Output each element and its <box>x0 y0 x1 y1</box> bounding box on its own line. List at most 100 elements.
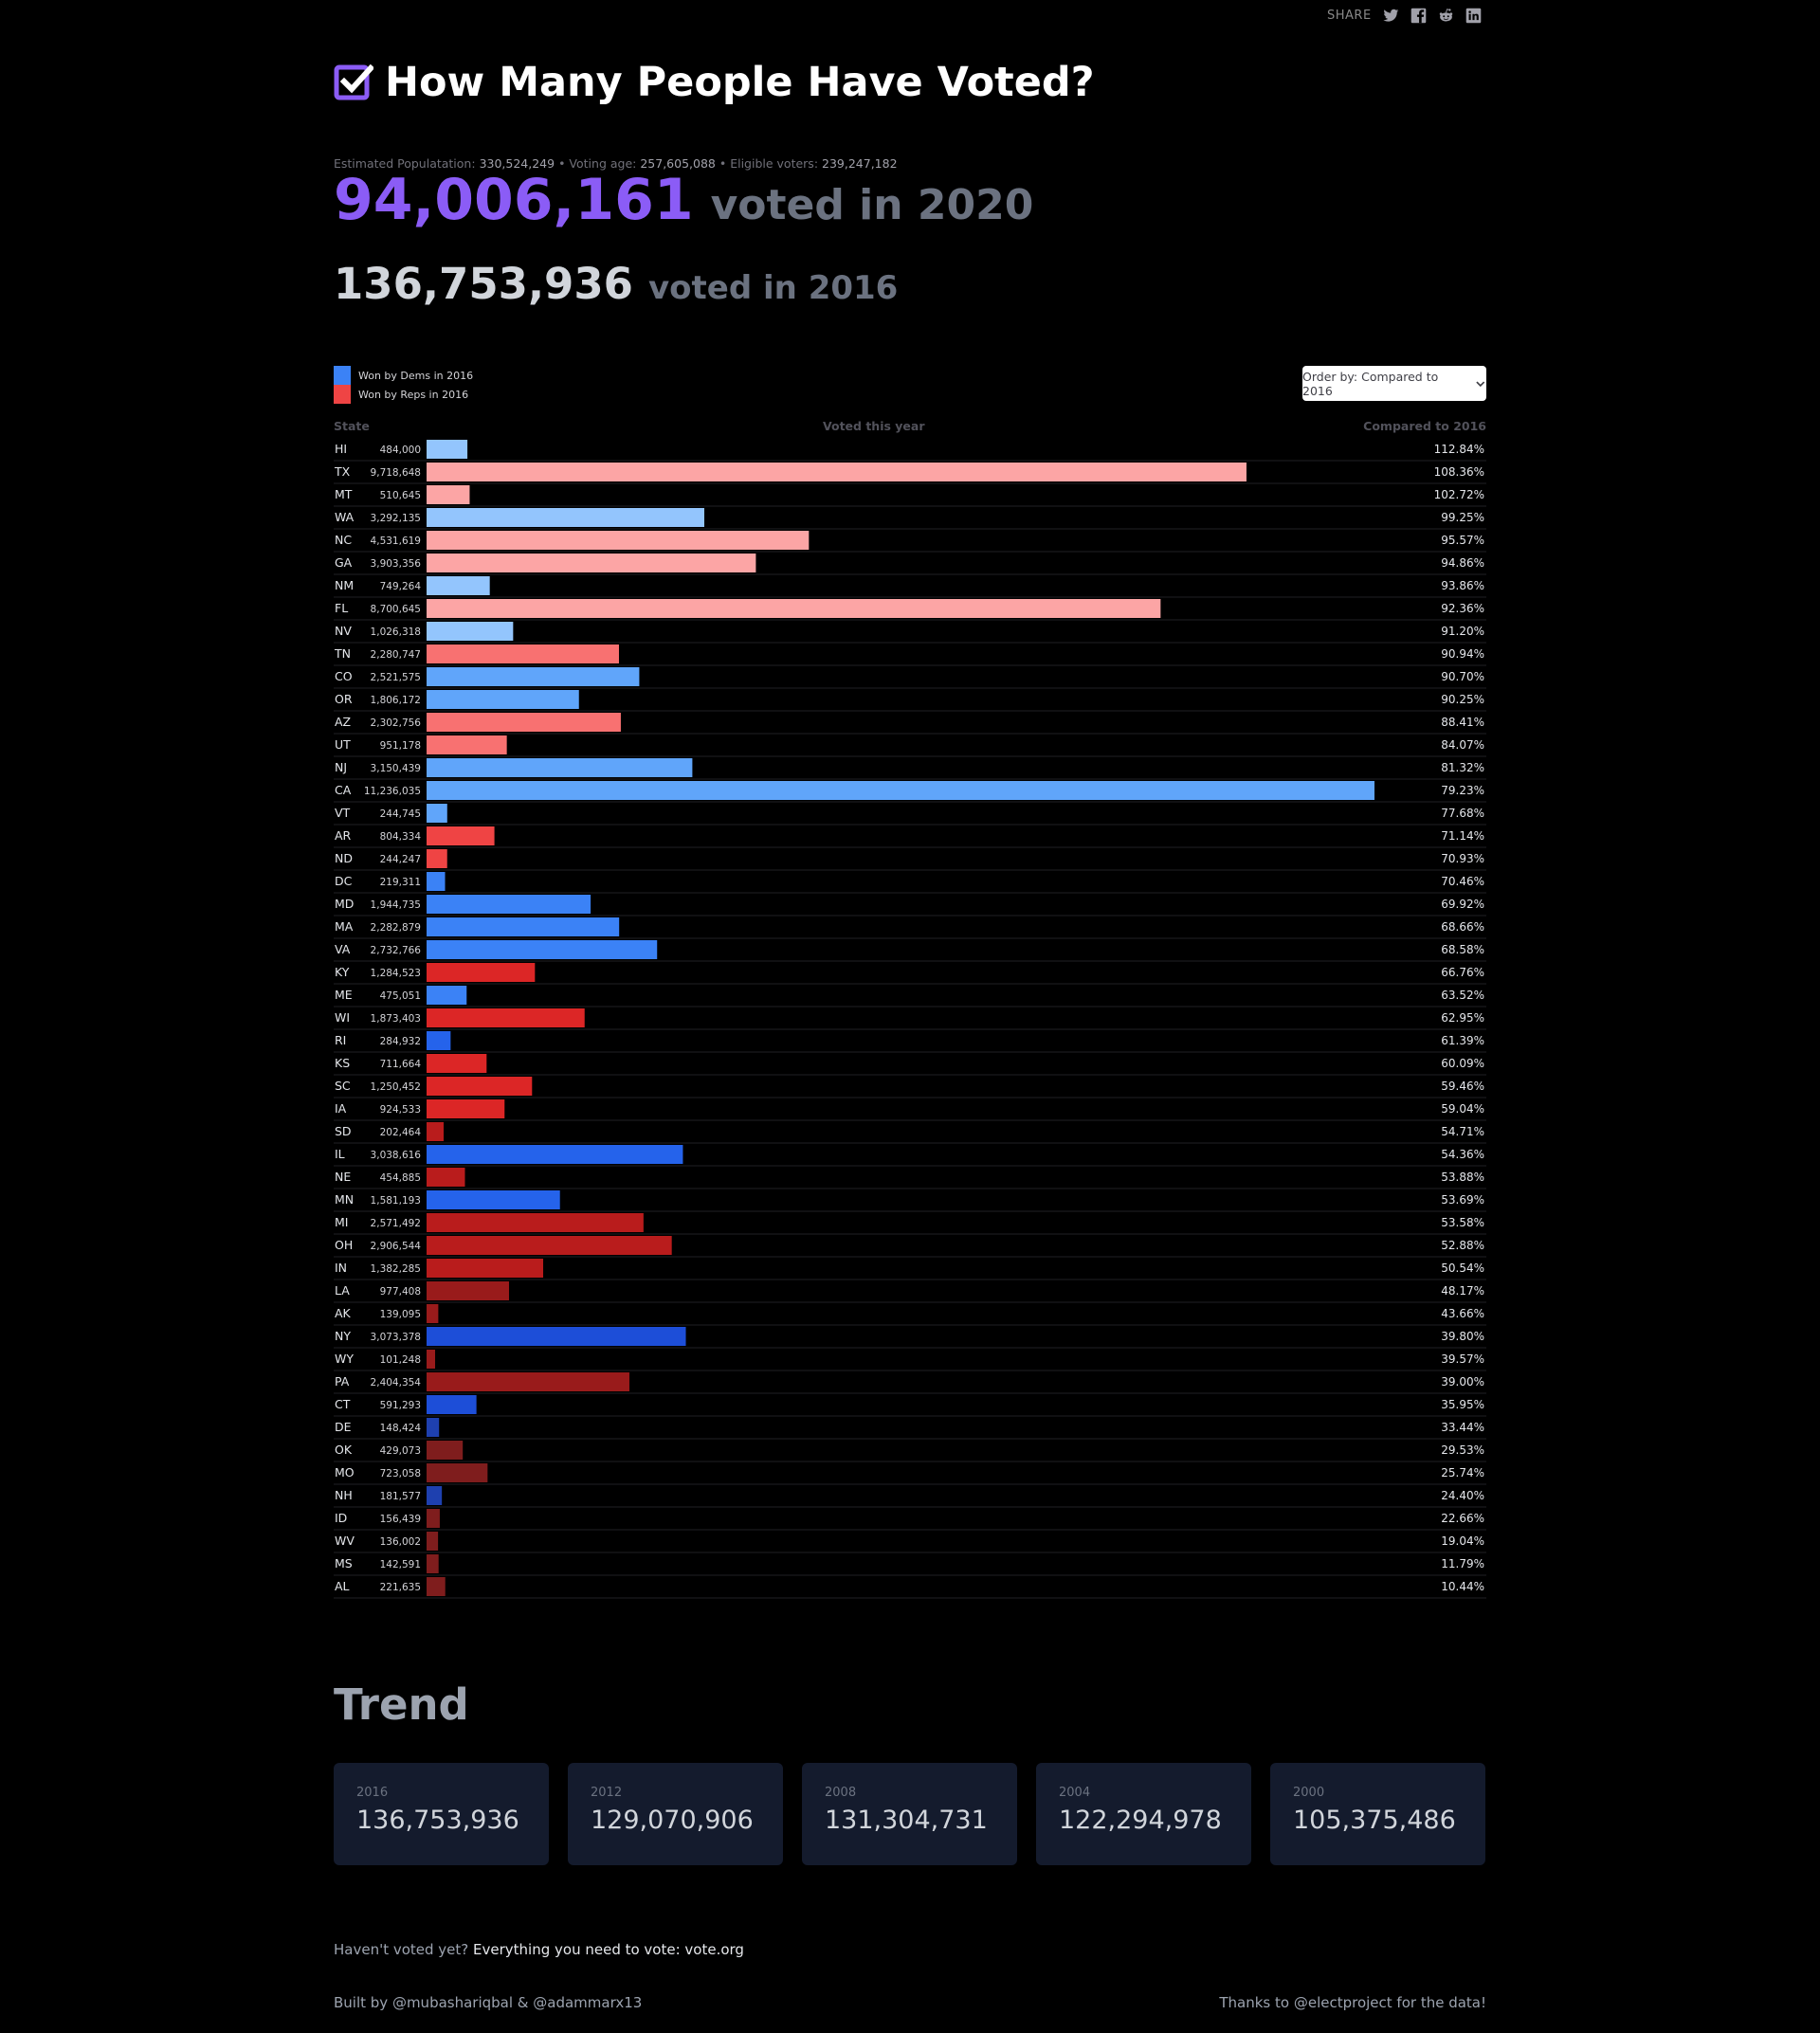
column-header-compared: Compared to 2016 <box>1363 419 1486 433</box>
chart-row: VA 2,732,766 68.58% <box>334 940 1486 962</box>
chart-row: AL 221,635 10.44% <box>334 1577 1486 1599</box>
bar <box>427 440 468 459</box>
vote-org-link[interactable]: Everything you need to vote: vote.org <box>473 1941 744 1958</box>
state-label: AL <box>335 1579 350 1593</box>
bar <box>427 1463 488 1482</box>
trend-title: Trend <box>334 1679 469 1730</box>
voted-value-label: 8,700,645 <box>371 604 421 615</box>
bar <box>427 713 621 732</box>
state-label: MO <box>335 1465 355 1479</box>
twitter-icon[interactable] <box>1383 8 1399 24</box>
bar <box>427 758 693 777</box>
state-label: WI <box>335 1010 350 1025</box>
voted-value-label: 181,577 <box>380 1491 421 1502</box>
linkedin-icon[interactable] <box>1465 8 1482 24</box>
bar <box>427 1031 451 1050</box>
chart-row: OK 429,073 29.53% <box>334 1441 1486 1462</box>
chart-row: MI 2,571,492 53.58% <box>334 1213 1486 1235</box>
trend-value: 129,070,906 <box>591 1806 754 1835</box>
trend-card: 2008 131,304,731 <box>802 1763 1017 1865</box>
chart-row: IN 1,382,285 50.54% <box>334 1259 1486 1280</box>
bar <box>427 735 507 754</box>
bar <box>427 1304 439 1323</box>
state-label: MI <box>335 1215 348 1229</box>
compared-pct-label: 54.36% <box>1441 1148 1484 1161</box>
chart-row: PA 2,404,354 39.00% <box>334 1372 1486 1394</box>
built-by[interactable]: Built by @mubashariqbal & @adammarx13 <box>334 1994 642 2011</box>
chart-row: NJ 3,150,439 81.32% <box>334 758 1486 780</box>
state-label: OK <box>335 1443 353 1457</box>
bar <box>427 1577 446 1596</box>
trend-year: 2004 <box>1059 1786 1091 1800</box>
chart-row: MT 510,645 102.72% <box>334 485 1486 507</box>
trend-card: 2000 105,375,486 <box>1270 1763 1485 1865</box>
bar <box>427 690 579 709</box>
chart-row: AZ 2,302,756 88.41% <box>334 713 1486 735</box>
compared-pct-label: 52.88% <box>1441 1239 1484 1252</box>
state-label: WA <box>335 510 355 524</box>
share-bar: SHARE <box>1327 8 1482 24</box>
voted-value-label: 1,944,735 <box>371 899 421 911</box>
bar <box>427 963 536 982</box>
bar <box>427 1008 585 1027</box>
compared-pct-label: 92.36% <box>1441 602 1484 615</box>
compared-pct-label: 53.69% <box>1441 1193 1484 1207</box>
state-label: NJ <box>335 760 347 774</box>
page-title: How Many People Have Voted? <box>385 59 1095 106</box>
state-label: LA <box>335 1283 350 1298</box>
compared-pct-label: 61.39% <box>1441 1034 1484 1047</box>
bar <box>427 986 467 1005</box>
chart-row: MO 723,058 25.74% <box>334 1463 1486 1485</box>
chart-row: IL 3,038,616 54.36% <box>334 1145 1486 1167</box>
state-label: AZ <box>335 715 351 729</box>
chart-row: NC 4,531,619 95.57% <box>334 531 1486 553</box>
state-label: DC <box>335 874 353 888</box>
reddit-icon[interactable] <box>1438 8 1454 24</box>
data-credit[interactable]: Thanks to @electproject for the data! <box>1219 1994 1486 2011</box>
compared-pct-label: 62.95% <box>1441 1011 1484 1025</box>
bar <box>427 667 640 686</box>
bar <box>427 895 592 914</box>
compared-pct-label: 60.09% <box>1441 1057 1484 1070</box>
voted-value-label: 804,334 <box>380 831 422 843</box>
voted-2020-label: voted in 2020 <box>710 181 1034 229</box>
chart-row: OH 2,906,544 52.88% <box>334 1236 1486 1258</box>
bar <box>427 1486 443 1505</box>
chart-row: CA 11,236,035 79.23% <box>334 781 1486 803</box>
voted-value-label: 1,806,172 <box>371 695 421 706</box>
voted-value-label: 142,591 <box>380 1559 421 1570</box>
bar <box>427 644 619 663</box>
chart-row: WV 136,002 19.04% <box>334 1532 1486 1553</box>
voted-value-label: 244,745 <box>380 808 421 820</box>
voted-value-label: 284,932 <box>380 1036 421 1047</box>
voted-2016-label: voted in 2016 <box>648 269 899 307</box>
compared-pct-label: 94.86% <box>1441 556 1484 570</box>
voted-value-label: 11,236,035 <box>364 786 421 797</box>
state-label: TX <box>334 464 351 479</box>
facebook-icon[interactable] <box>1410 8 1427 24</box>
voted-value-label: 2,280,747 <box>371 649 421 661</box>
state-label: PA <box>335 1374 350 1389</box>
state-label: MD <box>335 897 354 911</box>
voted-value-label: 3,038,616 <box>371 1150 422 1161</box>
chart-row: NE 454,885 53.88% <box>334 1168 1486 1189</box>
chart-row: MD 1,944,735 69.92% <box>334 895 1486 917</box>
chart-row: ID 156,439 22.66% <box>334 1509 1486 1531</box>
voted-value-label: 2,521,575 <box>371 672 421 683</box>
bar <box>427 1372 629 1391</box>
chart-row: AK 139,095 43.66% <box>334 1304 1486 1326</box>
voted-value-label: 4,531,619 <box>371 535 421 547</box>
order-by-dropdown[interactable]: Order by: Compared to 2016 <box>1302 366 1486 401</box>
state-label: IL <box>335 1147 345 1161</box>
chart-row: NM 749,264 93.86% <box>334 576 1486 598</box>
state-label: TN <box>334 646 351 661</box>
voted-value-label: 924,533 <box>380 1104 421 1116</box>
voted-value-label: 1,382,285 <box>371 1263 421 1275</box>
bar <box>427 1236 672 1255</box>
compared-pct-label: 59.04% <box>1441 1102 1484 1116</box>
compared-pct-label: 66.76% <box>1441 966 1484 979</box>
votes-bar-chart: HI 484,000 112.84% TX 9,718,648 108.36% MT 510,… <box>334 440 1486 1599</box>
chart-row: VT 244,745 77.68% <box>334 804 1486 826</box>
chart-column-headers: State Voted this year Compared to 2016 <box>334 419 1486 434</box>
state-label: SC <box>335 1079 351 1093</box>
